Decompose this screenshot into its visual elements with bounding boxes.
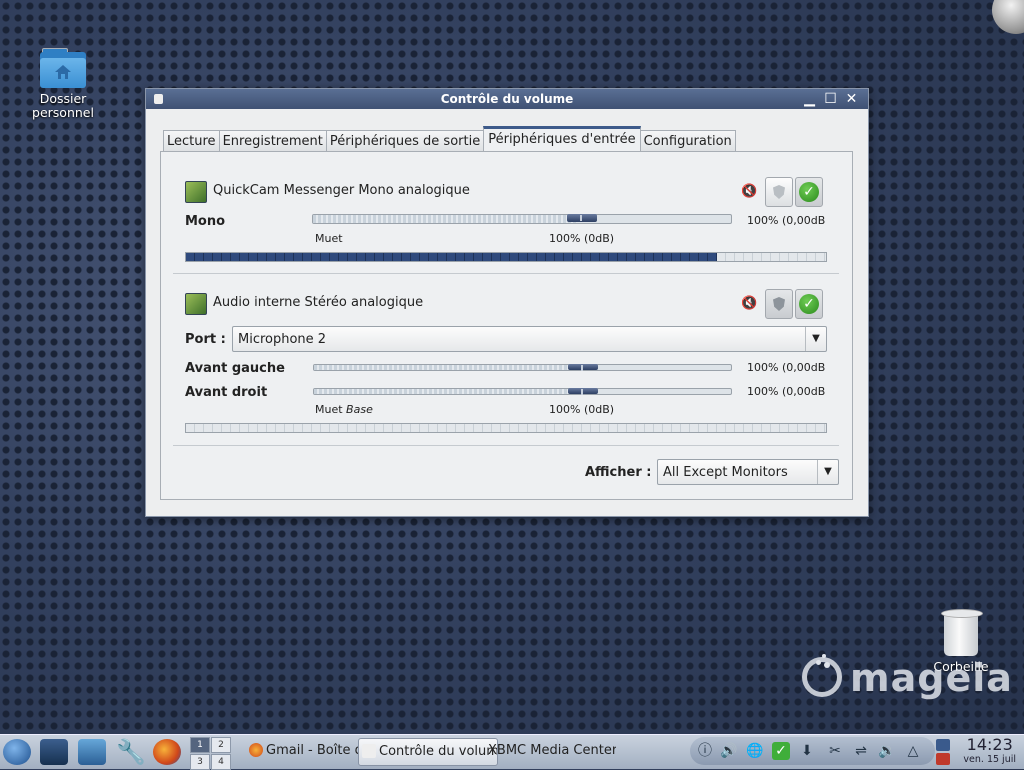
device-card-icon <box>185 181 207 203</box>
system-tray: ⓘ 🔊 🌐 ✓ ⬇ ✂ ⇌ 🔉 △ <box>690 737 935 765</box>
tab-peripheriques-sortie[interactable]: Périphériques de sortie <box>325 130 485 153</box>
tab-bar: Lecture Enregistrement Périphériques de … <box>163 125 736 154</box>
taskbar: 🔧 1 2 3 4 Gmail - Boîte de Contrôle du v… <box>0 734 1024 770</box>
port-select[interactable]: Microphone 2 ▼ <box>232 326 827 352</box>
chevron-down-icon: ▼ <box>805 327 826 351</box>
show-desktop-icon[interactable] <box>40 739 68 765</box>
scale-100-label: 100% (0dB) <box>549 232 615 245</box>
show-filter-value: All Except Monitors <box>663 465 788 480</box>
check-icon: ✓ <box>799 294 819 314</box>
desktop-icon-home-label: Dossier personnel <box>32 91 94 120</box>
window-menu-icon[interactable] <box>154 94 163 104</box>
vu-meter <box>185 252 827 262</box>
task-gmail[interactable]: Gmail - Boîte de <box>246 738 374 764</box>
clock-time: 14:23 <box>966 735 1013 754</box>
slider-handle[interactable] <box>568 364 598 371</box>
trash-icon <box>941 609 983 656</box>
slider-handle[interactable] <box>567 214 597 222</box>
set-default-button[interactable]: ✓ <box>795 289 823 319</box>
network-globe-icon[interactable]: 🌐 <box>746 742 764 760</box>
device-separator <box>173 273 839 274</box>
port-select-value: Microphone 2 <box>238 332 327 347</box>
scale-100-label: 100% (0dB) <box>549 403 615 416</box>
scale-mute-label: Muet <box>315 232 343 245</box>
mageia-logo: mageia <box>802 656 1013 700</box>
tab-configuration[interactable]: Configuration <box>639 130 736 153</box>
channel-slider[interactable] <box>313 364 732 371</box>
scale-base-label: Base <box>346 403 373 416</box>
desktop-icon-home-folder[interactable]: Dossier personnel <box>23 48 103 120</box>
lock-channels-button[interactable] <box>765 177 793 207</box>
vu-meter <box>185 423 827 433</box>
channel-value: 100% (0,00dB <box>747 361 826 374</box>
speaker-muted-icon: 🔇 <box>741 184 758 199</box>
task-xbmc[interactable]: XBMC Media Center <box>478 738 616 764</box>
shield-icon <box>773 185 785 199</box>
workspace-2[interactable]: 2 <box>211 737 231 753</box>
download-icon[interactable]: ⬇ <box>798 742 816 760</box>
lock-channels-button[interactable] <box>765 289 793 319</box>
channel-value: 100% (0,00dB <box>747 385 826 398</box>
desktop-orb-decoration <box>992 0 1024 34</box>
home-folder-icon <box>40 48 86 88</box>
lock-screen-icon[interactable] <box>936 739 950 751</box>
close-icon[interactable]: ✕ <box>845 89 858 109</box>
volume-window-icon <box>362 744 376 758</box>
show-filter-select[interactable]: All Except Monitors ▼ <box>657 459 839 485</box>
check-icon: ✓ <box>799 182 819 202</box>
scale-mute-label: Muet Base <box>315 403 373 416</box>
tools-icon[interactable]: 🔧 <box>116 739 146 765</box>
application-menu-icon[interactable] <box>3 739 31 765</box>
volume-control-window: Contrôle du volume ▁ ☐ ✕ Lecture Enregis… <box>145 88 869 517</box>
minimize-icon[interactable]: ▁ <box>803 89 816 109</box>
port-label: Port : <box>185 332 226 347</box>
channel-value: 100% (0,00dB <box>747 214 826 227</box>
slider-handle[interactable] <box>568 388 598 395</box>
firefox-icon <box>249 743 263 757</box>
window-title: Contrôle du volume <box>440 92 574 106</box>
device-name: Audio interne Stéréo analogique <box>213 295 424 310</box>
window-titlebar[interactable]: Contrôle du volume ▁ ☐ ✕ <box>146 89 868 109</box>
firefox-icon[interactable] <box>153 739 181 765</box>
speaker-muted-icon: 🔇 <box>741 296 758 311</box>
shield-icon <box>773 297 785 311</box>
channel-slider[interactable] <box>313 388 732 395</box>
expand-tray-icon[interactable]: △ <box>904 742 922 760</box>
info-icon[interactable]: ⓘ <box>696 742 714 760</box>
workspace-1[interactable]: 1 <box>190 737 210 753</box>
clock-date: ven. 15 juil <box>963 754 1016 765</box>
tab-lecture[interactable]: Lecture <box>163 130 220 153</box>
tab-enregistrement[interactable]: Enregistrement <box>218 130 327 153</box>
speaker-icon[interactable]: 🔉 <box>878 742 896 760</box>
maximize-icon[interactable]: ☐ <box>824 89 837 109</box>
channel-slider[interactable] <box>312 214 732 224</box>
device-card-icon <box>185 293 207 315</box>
footer-separator <box>173 445 839 446</box>
task-volume-control[interactable]: Contrôle du volume <box>358 738 498 766</box>
device-name: QuickCam Messenger Mono analogique <box>213 183 470 198</box>
show-label: Afficher : <box>585 465 652 480</box>
system-monitor-icon[interactable] <box>78 739 106 765</box>
volume-icon[interactable]: 🔊 <box>720 742 738 760</box>
usb-icon[interactable]: ⇌ <box>852 742 870 760</box>
vu-meter-fill <box>186 253 718 261</box>
tab-peripheriques-entree[interactable]: Périphériques d'entrée <box>483 126 641 154</box>
update-check-icon[interactable]: ✓ <box>772 742 790 760</box>
set-default-button[interactable]: ✓ <box>795 177 823 207</box>
clock[interactable]: 14:23 ven. 15 juil <box>963 735 1016 766</box>
input-devices-panel: QuickCam Messenger Mono analogique 🔇 ✓ M… <box>160 151 853 500</box>
power-icon[interactable] <box>936 753 950 765</box>
workspace-pager: 1 2 3 4 <box>190 737 231 770</box>
scissors-icon[interactable]: ✂ <box>826 742 844 760</box>
channel-label: Mono <box>185 214 226 229</box>
channel-label: Avant droit <box>185 385 268 400</box>
channel-label: Avant gauche <box>185 361 285 376</box>
chevron-down-icon: ▼ <box>817 460 838 484</box>
